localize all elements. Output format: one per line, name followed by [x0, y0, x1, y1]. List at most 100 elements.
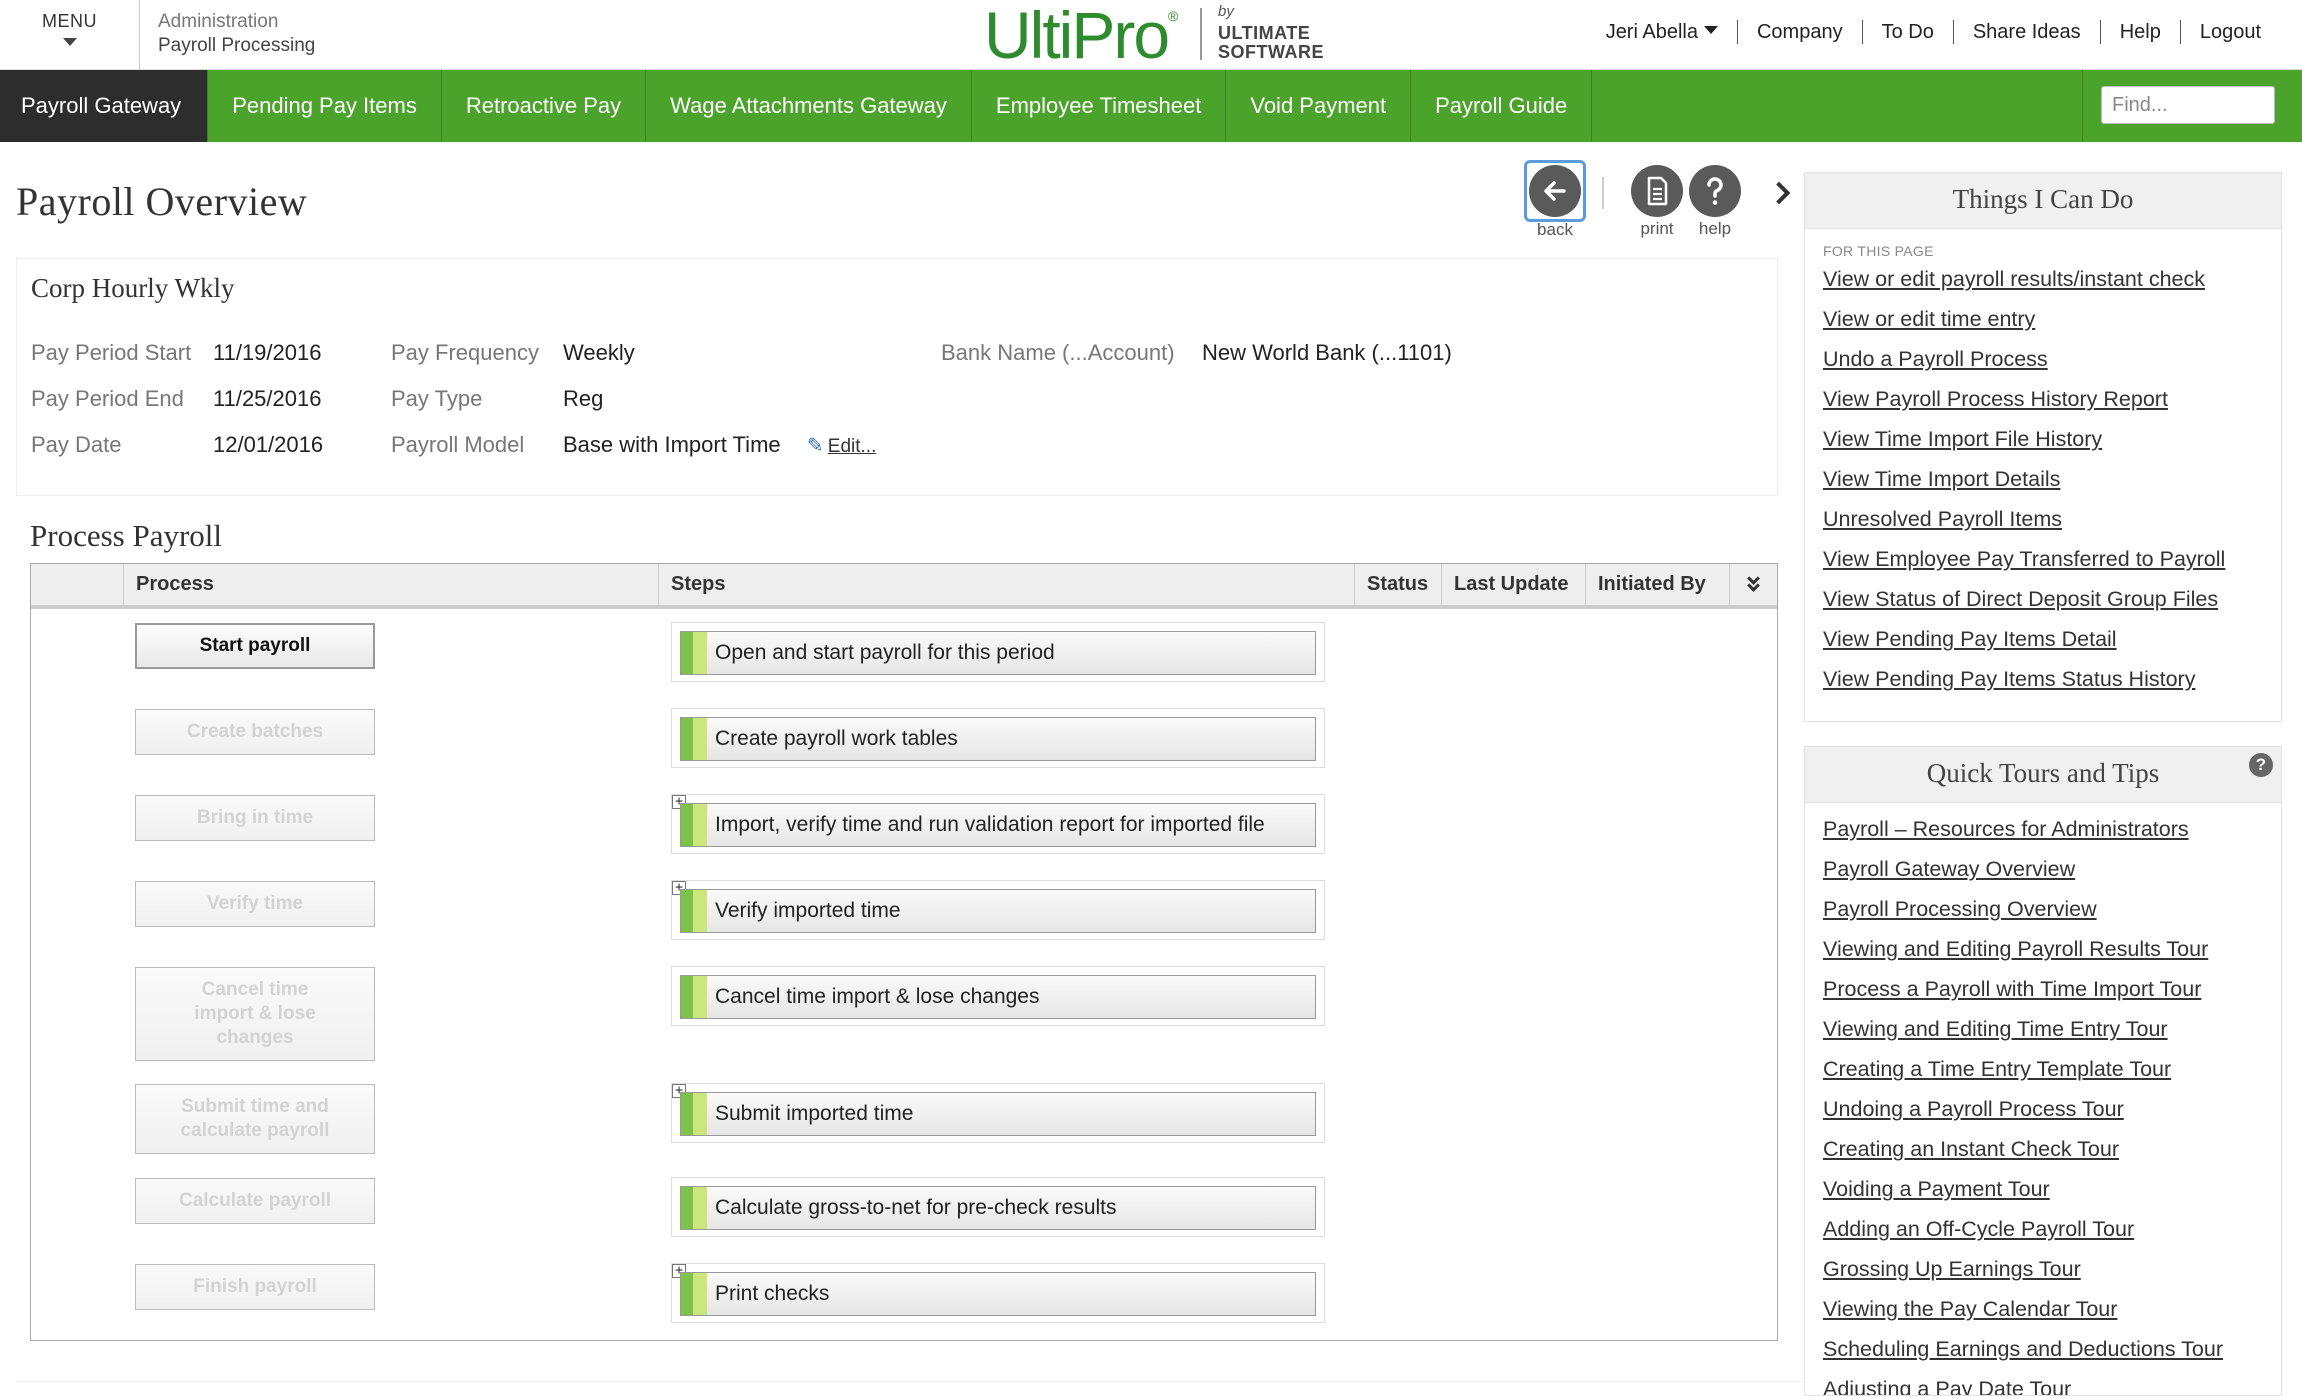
pay-date-value: 12/01/2016: [213, 432, 324, 457]
step-row: + Import, verify time and run validation…: [671, 794, 1325, 854]
pencil-icon: ✎: [807, 435, 824, 457]
step-accent: [681, 1273, 707, 1315]
tour-link[interactable]: Creating a Time Entry Template Tour: [1823, 1049, 2281, 1089]
back-button[interactable]: back: [1520, 160, 1590, 240]
quick-tours-title: Quick Tours and Tips: [1926, 758, 2160, 788]
menu-button[interactable]: MENU: [0, 0, 140, 70]
step-label: Print checks: [715, 1282, 830, 1305]
tab-employee-timesheet[interactable]: Employee Timesheet: [972, 70, 1227, 142]
step-bar: Cancel time import & lose changes: [680, 975, 1316, 1019]
edit-payroll-model-link[interactable]: ✎ Edit...: [807, 433, 876, 458]
pay-period-start-value: 11/19/2016: [213, 340, 322, 365]
calculate-payroll-button[interactable]: Calculate payroll: [135, 1178, 375, 1224]
tour-link[interactable]: Grossing Up Earnings Tour: [1823, 1249, 2281, 1289]
action-link[interactable]: View or edit time entry: [1823, 299, 2281, 339]
divider: [16, 1381, 1804, 1382]
back-label: back: [1537, 220, 1573, 239]
action-link[interactable]: View Time Import Details: [1823, 459, 2281, 499]
tour-link[interactable]: Adjusting a Pay Date Tour: [1823, 1369, 2281, 1395]
step-accent: [681, 1093, 707, 1135]
bank-name-value: New World Bank (...1101): [1202, 340, 1452, 365]
tour-link[interactable]: Adding an Off-Cycle Payroll Tour: [1823, 1209, 2281, 1249]
cancel-time-import-button[interactable]: Cancel time import & lose changes: [135, 967, 375, 1061]
breadcrumb-parent: Administration: [158, 11, 279, 32]
tab-payroll-guide[interactable]: Payroll Guide: [1411, 70, 1593, 142]
pay-period-end-label: Pay Period End: [31, 386, 184, 411]
breadcrumb: Administration Payroll Processing: [158, 10, 315, 58]
tour-link[interactable]: Scheduling Earnings and Deductions Tour: [1823, 1329, 2281, 1369]
column-initiated-by: Initiated By: [1585, 564, 1729, 605]
payroll-model-value: Base with Import Time: [563, 432, 781, 457]
double-chevron-down-icon[interactable]: [1729, 564, 1777, 605]
step-accent: [681, 718, 707, 760]
help-link[interactable]: Help: [2099, 20, 2180, 44]
logo-wordmark: UltiPro®: [984, 0, 1179, 72]
question-icon[interactable]: ?: [2249, 753, 2273, 777]
things-i-can-do-panel: Things I Can Do FOR THIS PAGE View or ed…: [1804, 172, 2282, 722]
tab-retroactive-pay[interactable]: Retroactive Pay: [442, 70, 647, 142]
main-nav: Payroll Gateway Pending Pay Items Retroa…: [0, 70, 2302, 142]
step-label: Open and start payroll for this period: [715, 641, 1055, 664]
step-accent: [681, 976, 707, 1018]
step-row: + Verify imported time: [671, 880, 1325, 940]
tour-link[interactable]: Payroll – Resources for Administrators: [1823, 809, 2281, 849]
tour-link[interactable]: Viewing and Editing Payroll Results Tour: [1823, 929, 2281, 969]
step-label: Calculate gross-to-net for pre-check res…: [715, 1196, 1117, 1219]
verify-time-button[interactable]: Verify time: [135, 881, 375, 927]
step-accent: [681, 1187, 707, 1229]
tour-link[interactable]: Creating an Instant Check Tour: [1823, 1129, 2281, 1169]
tour-link[interactable]: Payroll Processing Overview: [1823, 889, 2281, 929]
submit-time-and-calculate-button[interactable]: Submit time and calculate payroll: [135, 1084, 375, 1154]
tools-divider: [1602, 177, 1604, 209]
chevron-right-icon[interactable]: [1767, 181, 1791, 205]
action-link[interactable]: View Status of Direct Deposit Group File…: [1823, 579, 2281, 619]
action-link[interactable]: View Payroll Process History Report: [1823, 379, 2281, 419]
pay-period-start-label: Pay Period Start: [31, 340, 192, 365]
tab-void-payment[interactable]: Void Payment: [1226, 70, 1412, 142]
pay-type-label: Pay Type: [391, 386, 483, 411]
to-do-link[interactable]: To Do: [1861, 20, 1953, 44]
share-ideas-link[interactable]: Share Ideas: [1952, 20, 2100, 44]
user-menu[interactable]: Jeri Abella: [1587, 20, 1737, 44]
breadcrumb-current: Payroll Processing: [158, 35, 316, 56]
tab-payroll-gateway[interactable]: Payroll Gateway: [0, 70, 209, 142]
column-status: Status: [1354, 564, 1441, 605]
arrow-left-icon: [1529, 165, 1581, 217]
action-link[interactable]: View or edit payroll results/instant che…: [1823, 259, 2281, 299]
action-link[interactable]: View Pending Pay Items Status History: [1823, 659, 2281, 699]
action-link[interactable]: View Pending Pay Items Detail: [1823, 619, 2281, 659]
company-link[interactable]: Company: [1736, 20, 1862, 44]
payroll-summary: Corp Hourly Wkly Pay Period Start 11/19/…: [16, 258, 1778, 496]
step-label: Import, verify time and run validation r…: [715, 813, 1265, 836]
step-row: + Submit imported time: [671, 1083, 1325, 1143]
print-button[interactable]: print: [1624, 165, 1690, 239]
pay-type-value: Reg: [563, 386, 604, 411]
find-input[interactable]: [2101, 86, 2275, 124]
action-link[interactable]: View Time Import File History: [1823, 419, 2281, 459]
tour-link[interactable]: Voiding a Payment Tour: [1823, 1169, 2281, 1209]
find-box: [2082, 70, 2302, 142]
step-bar: Create payroll work tables: [680, 717, 1316, 761]
for-this-page-caption: FOR THIS PAGE: [1823, 243, 1934, 259]
tour-link[interactable]: Process a Payroll with Time Import Tour: [1823, 969, 2281, 1009]
action-link[interactable]: Unresolved Payroll Items: [1823, 499, 2281, 539]
step-row: + Print checks: [671, 1263, 1325, 1323]
tour-link[interactable]: Viewing the Pay Calendar Tour: [1823, 1289, 2281, 1329]
tour-link[interactable]: Payroll Gateway Overview: [1823, 849, 2281, 889]
create-batches-button[interactable]: Create batches: [135, 709, 375, 755]
help-button[interactable]: help: [1682, 165, 1748, 239]
menu-label: MENU: [42, 11, 97, 31]
finish-payroll-button[interactable]: Finish payroll: [135, 1264, 375, 1310]
step-label: Create payroll work tables: [715, 727, 958, 750]
tour-link[interactable]: Viewing and Editing Time Entry Tour: [1823, 1009, 2281, 1049]
tab-wage-attachments-gateway[interactable]: Wage Attachments Gateway: [646, 70, 972, 142]
logout-link[interactable]: Logout: [2179, 20, 2280, 44]
step-row: Create payroll work tables: [671, 708, 1325, 768]
action-link[interactable]: Undo a Payroll Process: [1823, 339, 2281, 379]
start-payroll-button[interactable]: Start payroll: [135, 623, 375, 669]
bring-in-time-button[interactable]: Bring in time: [135, 795, 375, 841]
tab-pending-pay-items[interactable]: Pending Pay Items: [208, 70, 442, 142]
process-payroll-title: Process Payroll: [30, 518, 223, 553]
tour-link[interactable]: Undoing a Payroll Process Tour: [1823, 1089, 2281, 1129]
action-link[interactable]: View Employee Pay Transferred to Payroll: [1823, 539, 2281, 579]
